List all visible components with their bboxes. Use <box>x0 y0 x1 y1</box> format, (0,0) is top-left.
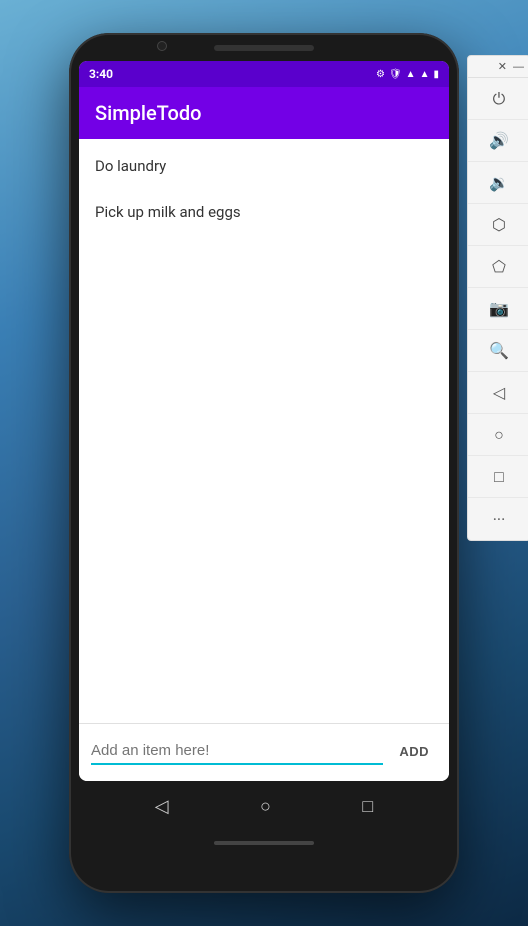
back-nav-icon[interactable]: ◁ <box>155 796 169 817</box>
status-bar: 3:40 ⚙ 🛡 ▲ ▲ ▮ <box>79 61 449 87</box>
side-panel: ✕ — ⏻ 🔊 🔉 ⬡ ⬠ 📷 🔍 ◁ ○ □ ··· <box>467 55 528 541</box>
phone-speaker <box>214 45 314 51</box>
phone-bottom <box>69 831 459 859</box>
home-button[interactable]: ○ <box>468 414 528 456</box>
add-item-input[interactable] <box>91 738 383 765</box>
home-nav-icon[interactable]: ○ <box>260 796 271 817</box>
zoom-in-button[interactable]: 🔍 <box>468 330 528 372</box>
back-button[interactable]: ◁ <box>468 372 528 414</box>
todo-item-1[interactable]: Do laundry <box>79 143 449 189</box>
signal-icon: ▲ <box>420 69 430 80</box>
recent-nav-icon[interactable]: □ <box>362 796 373 817</box>
phone-screen: 3:40 ⚙ 🛡 ▲ ▲ ▮ SimpleTodo Do laundry <box>79 61 449 781</box>
eraser-button[interactable]: ⬡ <box>468 204 528 246</box>
phone-shell: 3:40 ⚙ 🛡 ▲ ▲ ▮ SimpleTodo Do laundry <box>69 33 459 893</box>
phone-camera <box>157 41 167 51</box>
nav-bar: ◁ ○ □ <box>79 781 449 831</box>
side-panel-top: ✕ — <box>468 56 528 78</box>
side-panel-close-button[interactable]: ✕ <box>498 60 507 73</box>
content-area: Do laundry Pick up milk and eggs <box>79 139 449 723</box>
recent-button[interactable]: □ <box>468 456 528 498</box>
wifi-icon: ▲ <box>406 69 416 80</box>
camera-button[interactable]: 📷 <box>468 288 528 330</box>
add-button[interactable]: ADD <box>391 738 437 765</box>
settings-icon: ⚙ <box>376 69 385 80</box>
todo-item-2[interactable]: Pick up milk and eggs <box>79 189 449 235</box>
status-time: 3:40 <box>89 67 113 81</box>
bottom-input-area: ADD <box>79 723 449 781</box>
app-toolbar: SimpleTodo <box>79 87 449 139</box>
more-button[interactable]: ··· <box>468 498 528 540</box>
status-icons: ⚙ 🛡 ▲ ▲ ▮ <box>376 69 439 80</box>
power-button[interactable]: ⏻ <box>468 78 528 120</box>
battery-icon: ▮ <box>433 69 439 80</box>
side-panel-minimize-button[interactable]: — <box>513 60 524 73</box>
shield-icon: 🛡 <box>389 69 402 80</box>
app-title: SimpleTodo <box>95 101 201 125</box>
phone-bottom-bar <box>214 841 314 845</box>
volume-up-button[interactable]: 🔊 <box>468 120 528 162</box>
volume-down-button[interactable]: 🔉 <box>468 162 528 204</box>
tag-button[interactable]: ⬠ <box>468 246 528 288</box>
phone-top-bar <box>69 33 459 51</box>
